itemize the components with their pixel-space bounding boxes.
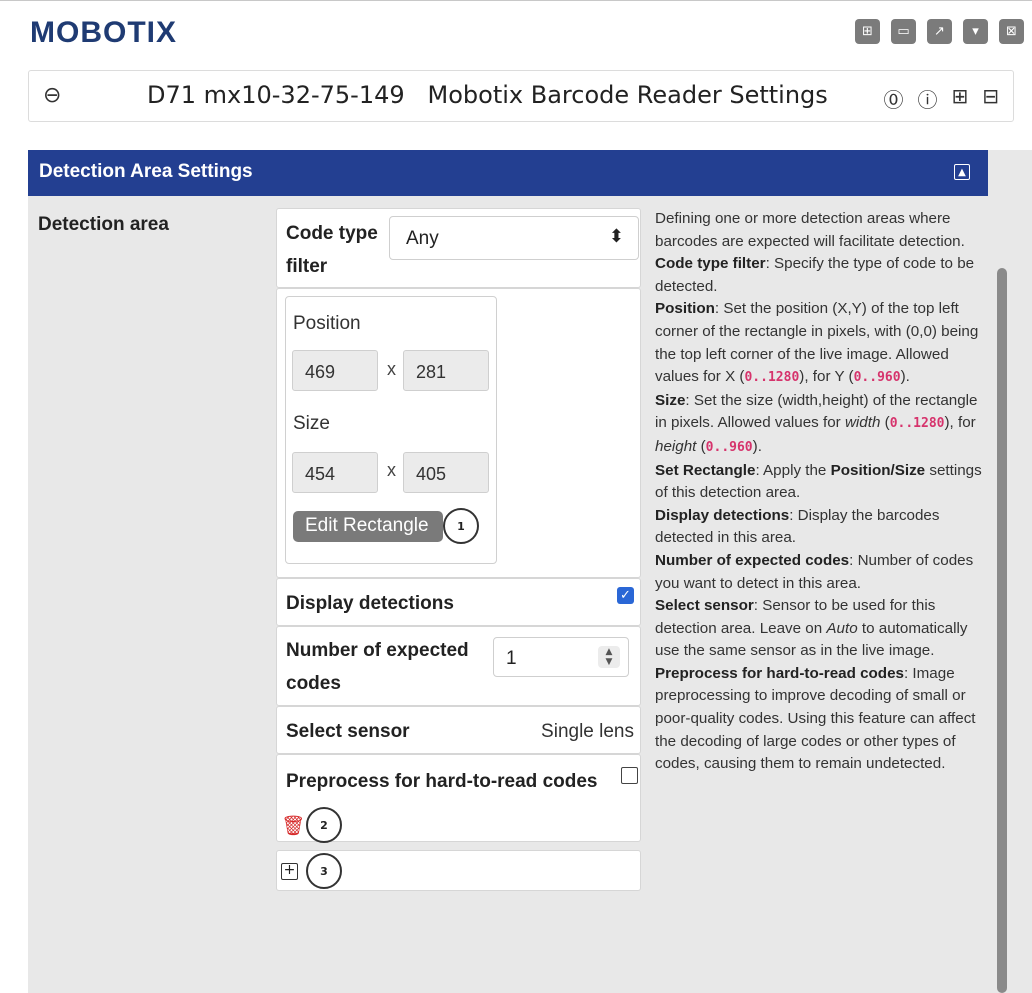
layout-icon[interactable]: ⊞ xyxy=(855,19,880,44)
close-icon[interactable]: ⊠ xyxy=(999,19,1024,44)
page-title: D71 mx10-32-75-149 Mobotix Barcode Reade… xyxy=(147,81,828,109)
camera-name: D71 mx10-32-75-149 xyxy=(147,81,405,109)
back-icon[interactable]: ⊖ xyxy=(43,83,61,108)
detection-area-panel: Detection Area Settings ▲ Detection area… xyxy=(28,150,1032,993)
help-icon[interactable]: ⓪ xyxy=(883,84,903,113)
help-range-h: 0..960 xyxy=(705,439,753,455)
position-size-box: Position 469 x 281 Size 454 x 405 Edit R… xyxy=(285,296,497,564)
help-intro: Defining one or more detection areas whe… xyxy=(655,210,965,250)
title-actions: ⓪ ⓘ ⊞ ⊟ xyxy=(883,84,999,113)
help-set-rect-bold: Position/Size xyxy=(830,461,926,479)
select-sensor-label: Select sensor xyxy=(286,721,410,742)
display-detections-checkbox[interactable]: ✓ xyxy=(617,587,634,604)
info-icon[interactable]: ⓘ xyxy=(917,84,937,113)
select-arrows-icon: ⬍ xyxy=(608,226,624,247)
help-term-code-type: Code type filter xyxy=(655,255,766,273)
help-range-x: 0..1280 xyxy=(744,370,800,386)
help-range-y: 0..960 xyxy=(853,370,901,386)
code-type-label-line1: Code type xyxy=(286,223,378,244)
top-border xyxy=(0,0,1032,1)
callout-2: 2 xyxy=(306,807,342,843)
section-title: Detection Area Settings xyxy=(39,161,253,182)
window-controls: ⊞ ▭ ↗ ▾ ⊠ xyxy=(855,19,1024,44)
settings-title: Mobotix Barcode Reader Settings xyxy=(427,81,828,109)
display-detections-card: Display detections ✓ xyxy=(276,578,641,626)
size-label: Size xyxy=(293,413,330,434)
minimize-icon[interactable]: ▭ xyxy=(891,19,916,44)
size-width-input[interactable]: 454 xyxy=(292,452,378,493)
help-text: Defining one or more detection areas whe… xyxy=(655,208,985,776)
help-auto-word: Auto xyxy=(826,619,858,637)
help-position-text-2: ), for Y ( xyxy=(799,368,854,386)
dropdown-icon[interactable]: ▾ xyxy=(963,19,988,44)
preprocess-label: Preprocess for hard-to-read codes xyxy=(286,771,598,792)
section-header[interactable]: Detection Area Settings ▲ xyxy=(28,150,988,196)
size-x-sep: x xyxy=(387,460,396,480)
add-area-card: + 3 xyxy=(276,850,641,891)
help-term-preprocess: Preprocess for hard-to-read codes xyxy=(655,664,904,682)
help-size-text-4: ( xyxy=(696,437,706,455)
expected-codes-value: 1 xyxy=(506,648,517,669)
stepper-icon[interactable]: ▲ ▼ xyxy=(598,646,620,668)
preprocess-checkbox[interactable] xyxy=(621,767,638,784)
help-term-expected: Number of expected codes xyxy=(655,551,850,569)
callout-3: 3 xyxy=(306,853,342,889)
help-height-word: height xyxy=(655,437,697,455)
help-position-text-3: ). xyxy=(900,368,910,386)
help-term-display: Display detections xyxy=(655,506,790,524)
open-external-icon[interactable]: ↗ xyxy=(927,19,952,44)
preprocess-card: Preprocess for hard-to-read codes 🗑 2 xyxy=(276,754,641,843)
code-type-value: Any xyxy=(406,228,439,249)
add-area-icon[interactable]: + xyxy=(281,863,298,880)
mobotix-logo: MOBOTIX xyxy=(30,16,177,49)
display-detections-label: Display detections xyxy=(286,593,454,614)
trash-icon[interactable]: 🗑 xyxy=(281,814,305,837)
select-sensor-value[interactable]: Single lens xyxy=(541,721,634,743)
position-label: Position xyxy=(293,313,361,334)
expand-all-icon[interactable]: ⊞ xyxy=(951,84,968,113)
expected-codes-label-line1: Number of expected xyxy=(286,640,469,661)
select-sensor-card: Select sensor Single lens xyxy=(276,706,641,754)
help-size-text-2: ( xyxy=(880,414,890,432)
edit-rectangle-button[interactable]: Edit Rectangle xyxy=(293,511,443,542)
size-height-input[interactable]: 405 xyxy=(403,452,489,493)
help-term-position: Position xyxy=(655,300,715,318)
code-type-label-line2: filter xyxy=(286,256,328,277)
expected-codes-card: Number of expected codes 1 ▲ ▼ xyxy=(276,626,641,706)
position-x-sep: x xyxy=(387,359,396,379)
collapse-section-icon[interactable]: ▲ xyxy=(954,164,970,180)
code-type-select[interactable]: Any ⬍ xyxy=(389,216,639,260)
help-term-size: Size xyxy=(655,391,686,409)
help-range-w: 0..1280 xyxy=(889,416,945,432)
expected-codes-label-line2: codes xyxy=(286,673,341,694)
help-term-sensor: Select sensor xyxy=(655,597,754,615)
position-x-input[interactable]: 469 xyxy=(292,350,378,391)
expected-codes-input[interactable]: 1 ▲ ▼ xyxy=(493,637,629,677)
vertical-scrollbar[interactable] xyxy=(997,268,1007,993)
row-label-detection-area: Detection area xyxy=(38,214,169,235)
callout-1: 1 xyxy=(443,508,479,544)
help-size-text-5: ). xyxy=(752,437,762,455)
settings-titlebar: ⊖ D71 mx10-32-75-149 Mobotix Barcode Rea… xyxy=(28,70,1014,122)
code-type-card: Code type filter Any ⬍ xyxy=(276,208,641,288)
help-width-word: width xyxy=(844,414,881,432)
help-term-set-rectangle: Set Rectangle xyxy=(655,461,756,479)
collapse-all-icon[interactable]: ⊟ xyxy=(982,84,999,113)
position-y-input[interactable]: 281 xyxy=(403,350,489,391)
help-set-rect-text: : Apply the xyxy=(755,461,831,479)
help-size-text-3: ), for xyxy=(944,414,976,432)
